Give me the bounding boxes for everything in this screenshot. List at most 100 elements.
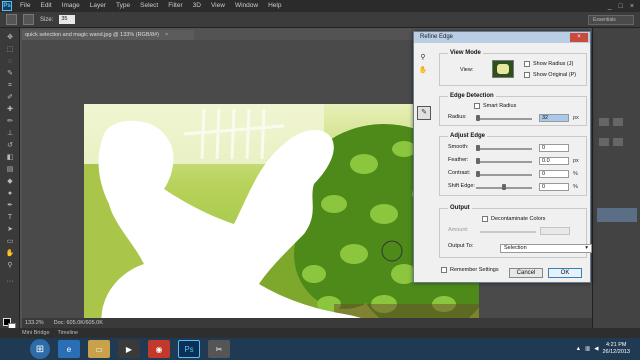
show-radius-checkbox[interactable] [524, 61, 530, 67]
adjust-edge-slider-knob[interactable] [502, 184, 506, 190]
adjust-edge-input[interactable]: 0 [539, 144, 569, 152]
history-brush-tool-icon[interactable]: ↺ [5, 142, 15, 150]
maximize-icon[interactable]: □ [619, 3, 623, 10]
brush-tool-icon[interactable]: ✏ [5, 118, 15, 126]
volume-icon[interactable]: ◀ [594, 346, 598, 352]
shape-tool-icon[interactable]: ▭ [5, 238, 15, 246]
eraser-tool-icon[interactable]: ◧ [5, 154, 15, 162]
healing-brush-tool-icon[interactable]: ✚ [5, 106, 15, 114]
adjust-edge-slider[interactable] [476, 184, 532, 190]
adjust-edge-unit: % [573, 171, 578, 177]
close-tab-icon[interactable]: × [165, 32, 168, 38]
layer-row[interactable] [597, 208, 637, 222]
network-icon[interactable]: ▥ [585, 346, 590, 352]
quick-selection-tool-icon[interactable]: ✎ [5, 70, 15, 78]
dialog-close-button[interactable]: × [570, 33, 588, 42]
type-tool-icon[interactable]: T [5, 214, 15, 222]
remember-settings-checkbox[interactable] [441, 267, 447, 273]
windows-taskbar: ⊞ e ▭ ▶ ◉ Ps ✂ ▲ ▥ ◀ 4:21 PM 26/12/2013 [0, 338, 640, 360]
dialog-tools: ⚲ ✋ ✎ [417, 53, 433, 120]
workspace-switcher[interactable]: Essentials [588, 15, 634, 25]
hand-icon[interactable]: ✋ [417, 66, 429, 76]
radius-unit: px [573, 115, 579, 121]
start-button[interactable]: ⊞ [30, 339, 50, 359]
menu-layer[interactable]: Layer [85, 0, 111, 12]
menu-window[interactable]: Window [230, 0, 263, 12]
hand-tool-icon[interactable]: ✋ [5, 250, 15, 258]
adjust-edge-label: Feather: [448, 157, 469, 163]
close-window-icon[interactable]: × [630, 3, 634, 10]
tab-timeline[interactable]: Timeline [58, 330, 79, 336]
media-player-icon[interactable]: ▶ [118, 340, 140, 358]
gradient-tool-icon[interactable]: ▤ [5, 166, 15, 174]
pen-tool-icon[interactable]: ✒ [5, 202, 15, 210]
panel-icon-styles[interactable] [613, 118, 623, 126]
adjust-edge-slider-knob[interactable] [476, 171, 480, 177]
document-size[interactable]: Doc: 605.0K/605.0K [54, 320, 103, 326]
move-tool-icon[interactable]: ✥ [5, 34, 15, 42]
adjust-edge-slider[interactable] [476, 158, 532, 164]
radius-slider[interactable] [476, 115, 532, 121]
adjust-edge-slider[interactable] [476, 171, 532, 177]
crop-tool-icon[interactable]: ⌗ [5, 82, 15, 90]
system-tray: ▲ ▥ ◀ 4:21 PM 26/12/2013 [576, 342, 640, 356]
smart-radius-checkbox[interactable] [474, 103, 480, 109]
brush-mode-button[interactable] [23, 14, 34, 25]
output-to-label: Output To: [448, 243, 474, 249]
amount-input [540, 227, 570, 235]
menu-image[interactable]: Image [57, 0, 85, 12]
decontaminate-colors-checkbox[interactable] [482, 216, 488, 222]
amount-label: Amount: [448, 227, 469, 233]
size-input[interactable]: 35 [59, 15, 76, 24]
menu-view[interactable]: View [206, 0, 230, 12]
output-to-select[interactable]: Selection ▾ [500, 244, 592, 253]
view-mode-thumbnail[interactable] [492, 60, 514, 78]
panel-icon-adjustments[interactable] [599, 118, 609, 126]
menu-3d[interactable]: 3D [188, 0, 206, 12]
adjust-edge-input[interactable]: 0.0 [539, 157, 569, 165]
tab-mini-bridge[interactable]: Mini Bridge [22, 330, 50, 336]
chrome-icon[interactable]: ◉ [148, 340, 170, 358]
adjust-edge-slider-knob[interactable] [476, 158, 480, 164]
menu-help[interactable]: Help [263, 0, 286, 12]
dialog-titlebar[interactable]: Refine Edge × [414, 32, 590, 43]
menu-filter[interactable]: Filter [163, 0, 187, 12]
internet-explorer-icon[interactable]: e [58, 340, 80, 358]
radius-input[interactable]: 32 [539, 114, 569, 122]
zoom-level[interactable]: 133.2% [25, 320, 44, 326]
ok-button[interactable]: OK [548, 268, 582, 278]
zoom-icon[interactable]: ⚲ [417, 53, 429, 63]
snipping-tool-icon[interactable]: ✂ [208, 340, 230, 358]
menu-edit[interactable]: Edit [35, 0, 56, 12]
document-tab[interactable]: quick selection and magic wand.jpg @ 133… [22, 30, 194, 40]
menu-type[interactable]: Type [111, 0, 135, 12]
output-to-value: Selection [504, 245, 527, 251]
edit-toolbar-icon[interactable]: ··· [5, 278, 15, 286]
menu-file[interactable]: File [15, 0, 35, 12]
marquee-tool-icon[interactable]: ⬚ [5, 46, 15, 54]
photoshop-taskbar-icon[interactable]: Ps [178, 340, 200, 358]
clone-stamp-tool-icon[interactable]: ⊥ [5, 130, 15, 138]
menu-select[interactable]: Select [135, 0, 163, 12]
zoom-tool-icon[interactable]: ⚲ [5, 262, 15, 270]
blur-tool-icon[interactable]: ◆ [5, 178, 15, 186]
tray-arrow-icon[interactable]: ▲ [576, 346, 581, 352]
path-selection-tool-icon[interactable]: ➤ [5, 226, 15, 234]
panel-icon-layers[interactable] [599, 138, 609, 146]
system-clock[interactable]: 4:21 PM 26/12/2013 [602, 342, 636, 356]
panel-icon-channels[interactable] [613, 138, 623, 146]
adjust-edge-slider-knob[interactable] [476, 145, 480, 151]
file-explorer-icon[interactable]: ▭ [88, 340, 110, 358]
refine-radius-brush-icon[interactable]: ✎ [417, 106, 431, 120]
lasso-tool-icon[interactable]: ◌ [5, 58, 15, 66]
adjust-edge-slider[interactable] [476, 145, 532, 151]
minimize-icon[interactable]: _ [608, 3, 612, 10]
radius-slider-knob[interactable] [476, 115, 480, 121]
cancel-button[interactable]: Cancel [509, 268, 543, 278]
show-original-checkbox[interactable] [524, 72, 530, 78]
dodge-tool-icon[interactable]: ● [5, 190, 15, 198]
eyedropper-tool-icon[interactable]: ✐ [5, 94, 15, 102]
tool-preset-picker[interactable] [6, 14, 17, 25]
adjust-edge-input[interactable]: 0 [539, 170, 569, 178]
adjust-edge-input[interactable]: 0 [539, 183, 569, 191]
